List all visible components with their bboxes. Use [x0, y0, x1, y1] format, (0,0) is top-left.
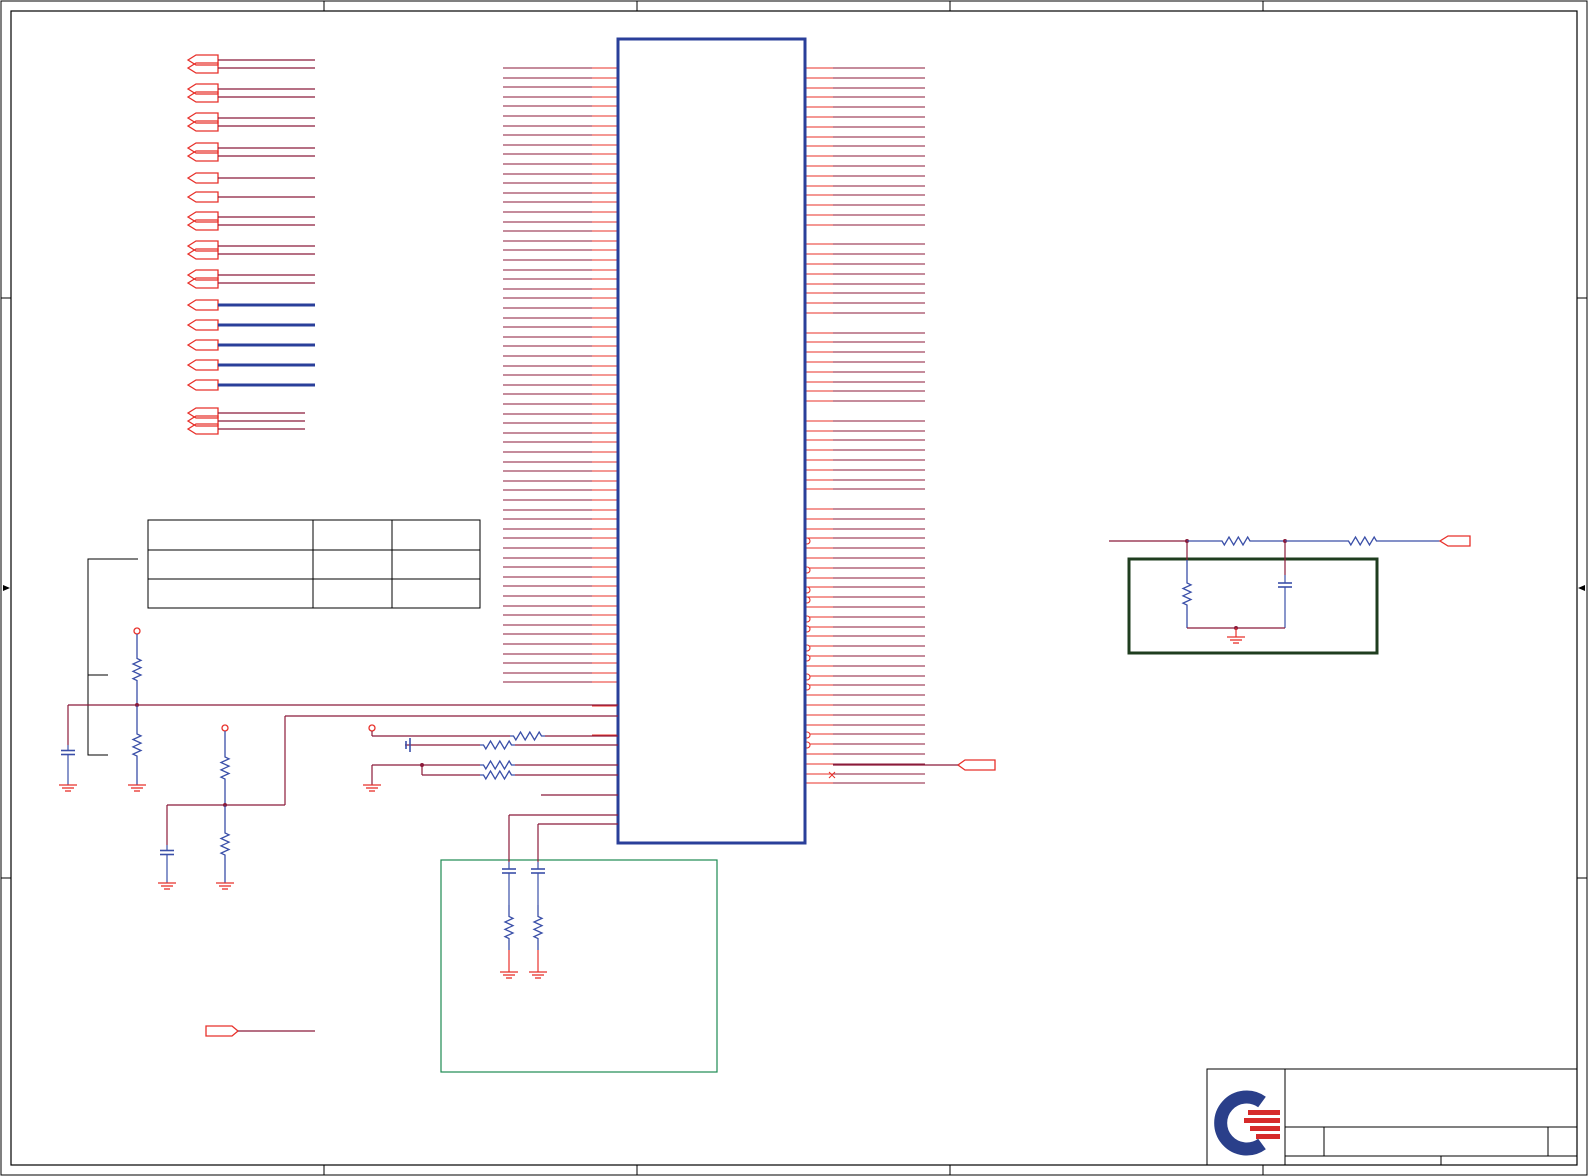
resistor-icon: [510, 730, 545, 742]
config-table: [147, 519, 481, 609]
left-connector-group: [186, 54, 315, 435]
right-arrow-icon: [1578, 585, 1585, 591]
strap-network: [59, 627, 618, 890]
power-node-icon: [368, 724, 376, 732]
table-bracket: [87, 558, 138, 756]
filter-section-box: [1127, 557, 1379, 655]
output-connector-icon: [956, 759, 996, 771]
resistor-icon: [480, 739, 515, 751]
left-arrow-icon: [3, 585, 10, 591]
resistor-icon: [219, 731, 231, 805]
port-connector-icon: [186, 359, 219, 371]
port-connector-icon: [205, 1025, 240, 1037]
inner-border: [10, 10, 1578, 1166]
company-logo-icon: [1214, 1090, 1280, 1156]
schematic-sheet: [0, 0, 1588, 1176]
resistor-icon: [480, 769, 515, 781]
resistor-icon: [1181, 560, 1193, 628]
zone-ticks: [1, 1, 1587, 1175]
resistor-icon: [1187, 535, 1285, 547]
port-connector-icon: [186, 379, 219, 391]
no-connect-icon: [828, 771, 836, 779]
bottom-left-connector: [205, 1025, 315, 1037]
resistor-icon: [219, 805, 231, 883]
port-connector-icon: [186, 299, 219, 311]
resistor-icon: [503, 905, 515, 950]
outer-border: [0, 0, 1588, 1176]
power-node-icon: [221, 724, 229, 732]
port-connector-icon: [186, 191, 219, 203]
schematic-canvas: [0, 0, 1588, 1176]
resistor-icon: [131, 634, 143, 705]
port-connector-icon: [186, 319, 219, 331]
resistor-icon: [1285, 535, 1440, 547]
power-node-icon: [133, 627, 141, 635]
ic-pins: [503, 67, 996, 825]
main-ic-body: [616, 37, 807, 845]
resistor-icon: [131, 705, 143, 785]
port-connector-icon: [186, 172, 219, 184]
teal-section-box: [440, 859, 718, 1073]
filter-network: [1109, 535, 1471, 644]
resistor-icon: [532, 905, 544, 950]
output-connector-icon: [1438, 535, 1471, 547]
resistor-icon: [480, 759, 515, 771]
teal-section-network: [500, 814, 618, 979]
port-connector-icon: [186, 339, 219, 351]
